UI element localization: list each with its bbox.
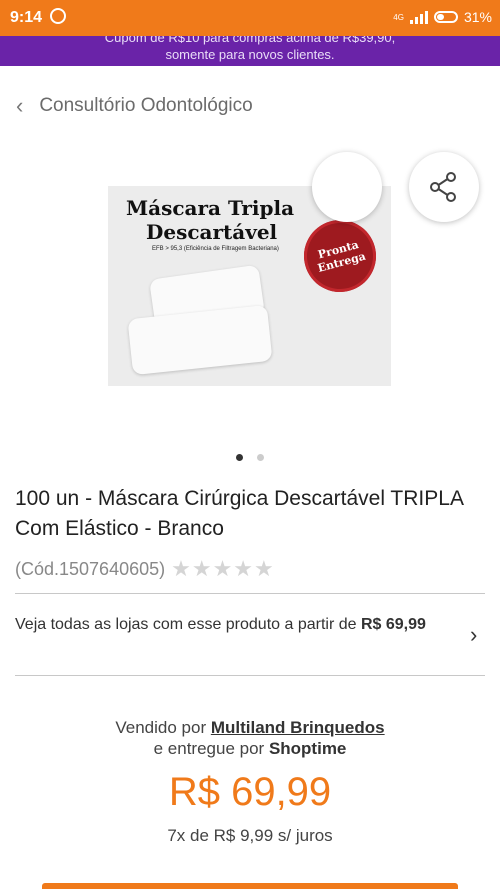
seller-link[interactable]: Multiland Brinquedos: [211, 718, 385, 737]
image-title-line-1: Máscara Tripla: [126, 196, 295, 220]
pronta-entrega-seal: Pronta Entrega: [295, 211, 385, 301]
status-right: 4G 31%: [393, 9, 492, 25]
all-stores-text: Veja todas as lojas com esse produto a p…: [15, 616, 357, 633]
delivered-by-name: Shoptime: [268, 739, 347, 758]
all-stores-link[interactable]: Veja todas as lojas com esse produto a p…: [15, 616, 445, 634]
seller-info: Vendido por Multiland Brinquedos e entre…: [0, 717, 500, 759]
product-code: (Cód.1507640605): [15, 558, 166, 579]
status-time: 9:14: [10, 9, 43, 26]
divider: [15, 593, 485, 594]
divider: [15, 675, 485, 676]
promo-banner[interactable]: Cupom de R$10 para compras acima de R$39…: [0, 36, 500, 66]
chevron-right-icon[interactable]: ›: [470, 622, 477, 648]
product-title: 100 un - Máscara Cirúrgica Descartável T…: [15, 487, 463, 540]
product-price: R$ 69,99: [168, 770, 332, 814]
chevron-left-icon[interactable]: ‹: [16, 93, 23, 119]
network-type: 4G: [393, 12, 404, 22]
signal-icon: [409, 10, 428, 24]
battery-icon: [433, 11, 458, 23]
status-bar: 9:14 4G 31%: [0, 0, 500, 36]
sold-by-label: Vendido por: [115, 718, 207, 737]
carousel-dots[interactable]: [0, 454, 500, 461]
rating-stars[interactable]: ★★★★★: [171, 556, 275, 582]
mask-illustration: [127, 304, 273, 376]
promo-line-2: somente para novos clientes.: [165, 47, 335, 62]
whatsapp-icon: [50, 8, 66, 24]
share-button[interactable]: [409, 152, 479, 222]
carousel-dot[interactable]: [257, 454, 264, 461]
share-icon: [430, 172, 456, 202]
breadcrumb-label: Consultório Odontológico: [39, 95, 253, 116]
carousel-dot[interactable]: [236, 454, 243, 461]
favorite-button[interactable]: [312, 152, 382, 222]
promo-line-1: Cupom de R$10 para compras acima de R$39…: [104, 36, 396, 45]
all-stores-price: R$ 69,99: [360, 616, 426, 633]
buy-button[interactable]: [42, 883, 458, 889]
installments-text: 7x de R$ 9,99 s/ juros: [167, 826, 333, 845]
product-code-line: (Cód.1507640605) ★★★★★: [15, 556, 275, 582]
image-subtitle: EFB > 95,3 (Eficiência de Filtragem Bact…: [152, 246, 279, 252]
delivered-by-label: e entregue por: [153, 739, 265, 758]
image-title-line-2: Descartável: [146, 220, 278, 244]
battery-level: 31%: [463, 9, 492, 25]
breadcrumb[interactable]: ‹ Consultório Odontológico: [16, 93, 253, 119]
